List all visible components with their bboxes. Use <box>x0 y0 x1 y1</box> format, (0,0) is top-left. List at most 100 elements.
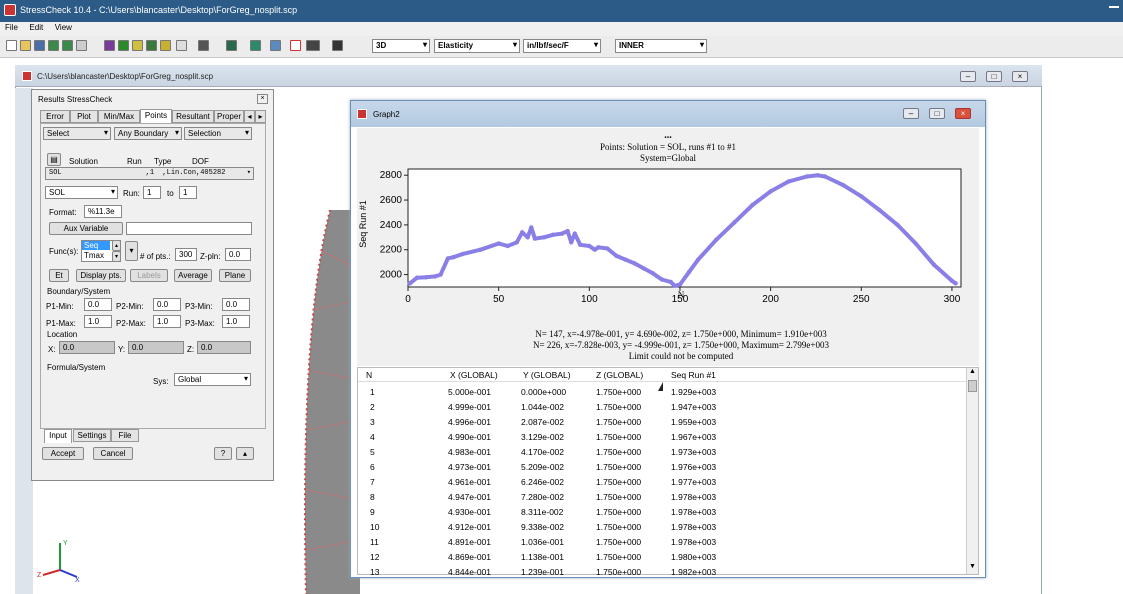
analysis-select[interactable]: Elasticity <box>434 39 520 53</box>
npts-input[interactable]: 300 <box>175 248 197 261</box>
select-dropdown[interactable]: Select <box>43 127 111 140</box>
average-button[interactable]: Average <box>174 269 212 282</box>
table-row[interactable]: 5 4.983e-001 4.170e-002 1.750e+000 1.973e+00… <box>358 446 968 461</box>
p3max-input[interactable]: 1.0 <box>222 315 250 328</box>
results-icon[interactable] <box>160 40 171 51</box>
report-icon[interactable] <box>176 40 187 51</box>
table-row[interactable]: 8 4.947e-001 7.280e-002 1.750e+000 1.978e+00… <box>358 491 968 506</box>
table-row[interactable]: 3 4.996e-001 2.087e-002 1.750e+000 1.959e+00… <box>358 416 968 431</box>
dimension-select[interactable]: 3D <box>372 39 430 53</box>
collapse-icon[interactable]: ▴ <box>236 447 254 460</box>
menu-view[interactable]: View <box>50 22 76 32</box>
aux-variable-input[interactable] <box>126 222 252 235</box>
save-icon[interactable] <box>34 40 45 51</box>
table-row[interactable]: 6 4.973e-001 5.209e-002 1.750e+000 1.976e+00… <box>358 461 968 476</box>
table-row[interactable]: 9 4.930e-001 8.311e-002 1.750e+000 1.978e+00… <box>358 506 968 521</box>
selection-dropdown[interactable]: Selection <box>184 127 252 140</box>
run-to-input[interactable]: 1 <box>179 186 197 199</box>
tab-error[interactable]: Error <box>40 110 70 123</box>
info-icon[interactable] <box>198 40 209 51</box>
et-button[interactable]: Et <box>49 269 69 282</box>
p1max-input[interactable]: 1.0 <box>84 315 112 328</box>
sys-dropdown[interactable]: Global <box>174 373 251 386</box>
p2min-input[interactable]: 0.0 <box>153 298 181 311</box>
tab-points[interactable]: Points <box>140 109 172 123</box>
table-row[interactable]: 13 4.844e-001 1.239e-001 1.750e+000 1.982e+0… <box>358 566 968 581</box>
run-from-input[interactable]: 1 <box>143 186 161 199</box>
aux-variable-button[interactable]: Aux Variable <box>49 222 123 235</box>
graph-minimize-button[interactable]: – <box>903 108 919 119</box>
display-points-button[interactable]: Display pts. <box>76 269 126 282</box>
table-row[interactable]: 2 4.999e-001 1.044e-002 1.750e+000 1.947e+00… <box>358 401 968 416</box>
menu-file[interactable]: File <box>0 22 22 32</box>
table-header-cell[interactable]: X (GLOBAL) <box>450 370 498 380</box>
tab-scroll-left[interactable]: ◂ <box>244 110 255 123</box>
seq-chart[interactable]: ... Points: Solution = SOL, runs #1 to #… <box>357 128 979 366</box>
tab-properties[interactable]: Proper <box>214 110 244 123</box>
tab-resultant[interactable]: Resultant <box>172 110 214 123</box>
solution-list-icon[interactable]: ▤ <box>47 153 61 166</box>
table-header-cell[interactable]: Y (GLOBAL) <box>523 370 571 380</box>
minimize-button[interactable]: – <box>960 71 976 82</box>
tab-plot[interactable]: Plot <box>70 110 98 123</box>
zpln-input[interactable]: 0.0 <box>225 248 251 261</box>
func-selected[interactable]: Seq <box>82 241 110 250</box>
model-icon[interactable] <box>104 40 115 51</box>
funcs-scroll-up[interactable]: ▴ <box>112 240 121 251</box>
help-icon[interactable]: ? <box>214 447 232 460</box>
labels-button[interactable]: Labels <box>130 269 168 282</box>
export-icon[interactable] <box>62 40 73 51</box>
close-button[interactable]: × <box>1012 71 1028 82</box>
mesh-icon[interactable] <box>118 40 129 51</box>
points-table[interactable]: N X (GLOBAL) Y (GLOBAL) Z (GLOBAL) Seq Run #… <box>357 367 979 577</box>
funcs-scroll-down[interactable]: ▾ <box>112 251 121 262</box>
table-header-cell[interactable]: Seq Run #1 <box>671 370 716 380</box>
scroll-up-icon[interactable]: ▲ <box>967 368 978 379</box>
p1min-input[interactable]: 0.0 <box>84 298 112 311</box>
camera-icon[interactable] <box>332 40 343 51</box>
layer-select[interactable]: INNER <box>615 39 707 53</box>
tab-minmax[interactable]: Min/Max <box>98 110 140 123</box>
solve-icon[interactable] <box>146 40 157 51</box>
tab-scroll-right[interactable]: ▸ <box>255 110 266 123</box>
open-icon[interactable] <box>20 40 31 51</box>
probe-icon[interactable] <box>290 40 301 51</box>
minimize-icon[interactable] <box>1109 6 1119 8</box>
maximize-button[interactable]: □ <box>986 71 1002 82</box>
funcs-dropdown-button[interactable]: ▾ <box>125 241 138 261</box>
format-input[interactable]: %11.3e <box>84 205 122 218</box>
boundary-dropdown[interactable]: Any Boundary <box>114 127 182 140</box>
cancel-button[interactable]: Cancel <box>93 447 133 460</box>
sol-dropdown[interactable]: SOL <box>45 186 118 199</box>
graph-maximize-button[interactable]: □ <box>929 108 945 119</box>
p3min-input[interactable]: 0.0 <box>222 298 250 311</box>
table-row[interactable]: 11 4.891e-001 1.036e-001 1.750e+000 1.978e+0… <box>358 536 968 551</box>
table-row[interactable]: 10 4.912e-001 9.338e-002 1.750e+000 1.978e+0… <box>358 521 968 536</box>
graph-area[interactable]: ... Points: Solution = SOL, runs #1 to #… <box>357 128 979 366</box>
table-scrollbar[interactable]: ▲ ▼ <box>966 368 978 574</box>
window-icon[interactable] <box>306 40 320 51</box>
plane-button[interactable]: Plane <box>219 269 251 282</box>
scroll-thumb[interactable] <box>968 380 977 392</box>
print-icon[interactable] <box>76 40 87 51</box>
close-icon[interactable]: × <box>257 94 268 104</box>
table-row[interactable]: 4 4.990e-001 3.129e-002 1.750e+000 1.967e+00… <box>358 431 968 446</box>
accept-button[interactable]: Accept <box>42 447 84 460</box>
view-icon[interactable] <box>226 40 237 51</box>
units-select[interactable]: in/lbf/sec/F <box>523 39 601 53</box>
solution-dropdown[interactable]: SOL ,1 ,Lin.Con,405282 <box>45 167 254 180</box>
axis-icon[interactable] <box>250 40 261 51</box>
table-row[interactable]: 1 5.000e-001 0.000e+000 1.750e+000 1.929e+00… <box>358 386 968 401</box>
table-header-cell[interactable]: Z (GLOBAL) <box>596 370 643 380</box>
tab-file[interactable]: File <box>111 429 139 442</box>
save-as-icon[interactable] <box>48 40 59 51</box>
tab-settings[interactable]: Settings <box>73 429 111 442</box>
geometry-icon[interactable] <box>132 40 143 51</box>
menu-edit[interactable]: Edit <box>24 22 47 32</box>
new-icon[interactable] <box>6 40 17 51</box>
table-row[interactable]: 7 4.961e-001 6.246e-002 1.750e+000 1.977e+00… <box>358 476 968 491</box>
graph-close-button[interactable]: × <box>955 108 971 119</box>
scroll-down-icon[interactable]: ▼ <box>967 563 978 574</box>
select-icon[interactable] <box>270 40 281 51</box>
p2max-input[interactable]: 1.0 <box>153 315 181 328</box>
